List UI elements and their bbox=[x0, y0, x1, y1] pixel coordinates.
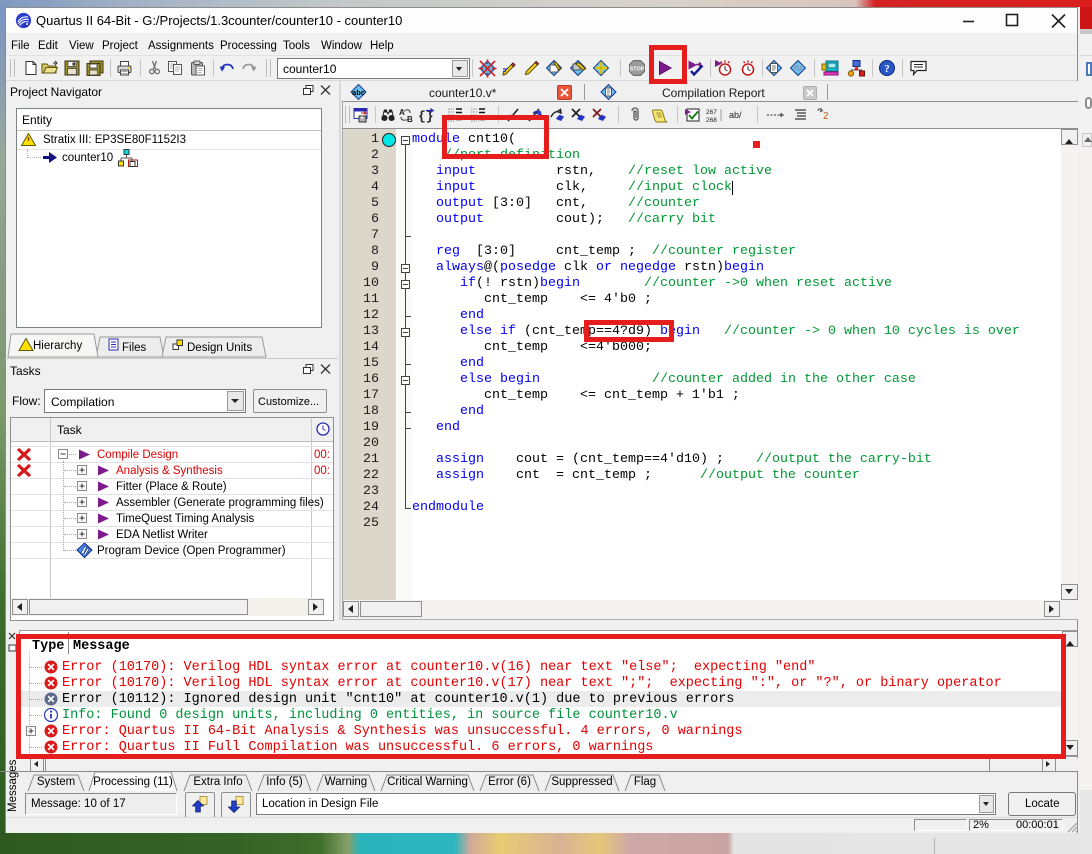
svg-text:abc: abc bbox=[352, 88, 365, 97]
svg-text:ab/: ab/ bbox=[729, 110, 742, 120]
svg-text:A: A bbox=[399, 108, 405, 117]
svg-text:267: 267 bbox=[706, 109, 717, 116]
svg-text:STOP: STOP bbox=[630, 67, 645, 73]
svg-text:2: 2 bbox=[823, 111, 829, 122]
svg-text:268: 268 bbox=[706, 117, 717, 123]
svg-text:B: B bbox=[407, 115, 413, 123]
svg-text:?: ? bbox=[884, 63, 890, 75]
